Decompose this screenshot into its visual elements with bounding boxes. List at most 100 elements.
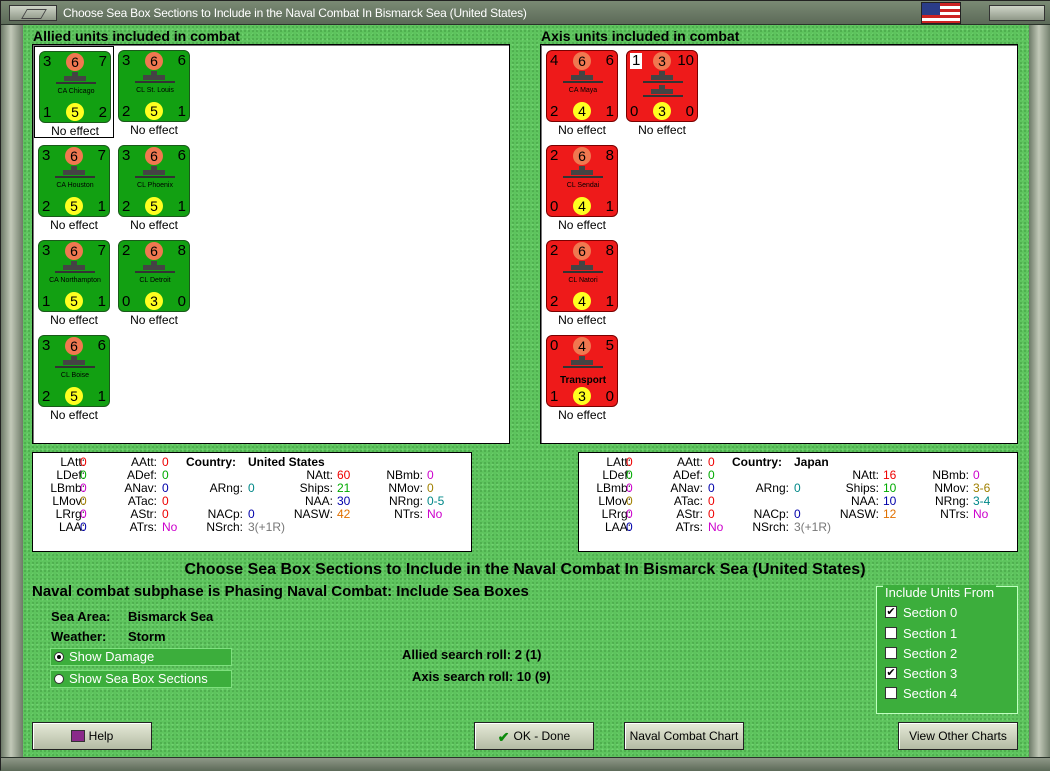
range-value: 6 (97, 337, 106, 354)
move-value: 0 (685, 103, 694, 120)
stat-label: NTrs: (940, 507, 969, 521)
checkbox-checked-icon[interactable]: ✔ (885, 606, 897, 618)
attack-value: 3 (653, 52, 671, 70)
unit-card: 3 6 6 CL Phoenix 2 5 1 (118, 145, 190, 217)
sea-area-value: Bismarck Sea (128, 609, 214, 624)
view-other-charts-button[interactable]: View Other Charts (898, 722, 1018, 750)
stat-value: No (162, 520, 178, 534)
show-damage-option[interactable]: Show Damage (50, 648, 232, 666)
defense-value: 5 (65, 292, 83, 310)
aa-value: 1 (43, 104, 52, 121)
unit-counter[interactable]: 3 6 6 CL Phoenix 2 5 1 No effect (114, 141, 194, 233)
weather-value: Storm (128, 629, 166, 644)
unit-counter[interactable]: 3 6 6 CL St. Louis 2 5 1 No effect (114, 46, 194, 138)
stat-value: No (973, 507, 989, 521)
checkbox-checked-icon[interactable]: ✔ (885, 667, 897, 679)
stat-value: No (708, 520, 724, 534)
unit-counter[interactable]: 1 3 10 0 3 0 No effect (622, 46, 702, 138)
unit-counter[interactable]: 3 6 6 CL Boise 2 5 1 No effect (34, 331, 114, 423)
show-sections-option[interactable]: Show Sea Box Sections (50, 670, 232, 688)
checkmark-icon: ✔ (497, 729, 510, 745)
aa-value: 2 (550, 293, 559, 310)
move-value: 1 (97, 198, 106, 215)
attack-value: 6 (145, 52, 163, 70)
country-name: Japan (794, 455, 829, 469)
unit-card: 2 6 8 CL Sendai 0 4 1 (546, 145, 618, 217)
unit-name: CA Northampton (49, 277, 101, 284)
unit-counter[interactable]: 2 6 8 CL Sendai 0 4 1 No effect (542, 141, 622, 233)
stat-value: No (427, 507, 443, 521)
left-pillar (1, 25, 23, 765)
checkbox-icon[interactable] (885, 687, 897, 699)
checkbox-icon[interactable] (885, 647, 897, 659)
range-value: 7 (98, 53, 107, 70)
us-flag-icon (921, 2, 961, 24)
checkbox-icon[interactable] (885, 627, 897, 639)
section-0-checkbox[interactable]: ✔ Section 0 (885, 605, 957, 623)
system-menu-button[interactable] (9, 5, 57, 21)
section-2-checkbox[interactable]: Section 2 (885, 646, 957, 664)
range-value: 6 (605, 52, 614, 69)
stat-value: 0 (248, 481, 255, 495)
unit-effect: No effect (50, 313, 98, 327)
include-units-group: Include Units From ✔ Section 0 Section 1 … (876, 585, 1018, 714)
defense-value: 5 (145, 197, 163, 215)
section-4-checkbox[interactable]: Section 4 (885, 686, 957, 704)
show-damage-label: Show Damage (69, 649, 155, 664)
naval-combat-chart-button[interactable]: Naval Combat Chart (624, 722, 744, 750)
unit-effect: No effect (51, 124, 99, 138)
stat-value: 0 (626, 520, 633, 534)
unit-card: 2 6 8 CL Natori 2 4 1 (546, 240, 618, 312)
help-label: Help (88, 729, 114, 743)
ok-label: OK - Done (513, 729, 571, 743)
unit-counter[interactable]: 2 6 8 CL Detroit 0 3 0 No effect (114, 236, 194, 328)
unit-counter[interactable]: 3 6 7 CA Houston 2 5 1 No effect (34, 141, 114, 233)
unit-card: 3 6 7 CA Houston 2 5 1 (38, 145, 110, 217)
range-value: 6 (177, 147, 186, 164)
stat-label: LAA: (58, 520, 85, 534)
allied-heading: Allied units included in combat (33, 28, 240, 44)
section-1-checkbox[interactable]: Section 1 (885, 626, 957, 644)
unit-card: 1 3 10 0 3 0 (626, 50, 698, 122)
stat-label: NSrch: (206, 520, 243, 534)
unit-effect: No effect (638, 123, 686, 137)
section-3-checkbox[interactable]: ✔ Section 3 (885, 666, 957, 684)
stat-label: NTrs: (394, 507, 423, 521)
unit-counter[interactable]: 0 4 5 Transport 1 3 0 No effect (542, 331, 622, 423)
unit-card: 3 6 6 CL Boise 2 5 1 (38, 335, 110, 407)
dialog-heading: Choose Sea Box Sections to Include in th… (184, 561, 866, 578)
allied-units-panel: 3 6 7 CA Chicago 1 5 2 No effect 3 6 6 C… (32, 44, 510, 444)
stat-label: ARng: (209, 481, 243, 495)
unit-card: 4 6 6 CA Maya 2 4 1 (546, 50, 618, 122)
stat-label: ARng: (755, 481, 789, 495)
land-attack: 3 (43, 53, 52, 70)
ok-done-button[interactable]: ✔ OK - Done (474, 722, 594, 750)
land-attack: 3 (42, 337, 51, 354)
ship-icon (135, 71, 175, 83)
defense-value: 3 (653, 102, 671, 120)
move-value: 1 (97, 388, 106, 405)
range-value: 7 (97, 147, 106, 164)
attack-value: 6 (573, 242, 591, 260)
window-controls[interactable] (989, 5, 1045, 21)
ship-icon (135, 261, 175, 273)
unit-counter[interactable]: 3 6 7 CA Northampton 1 5 1 No effect (34, 236, 114, 328)
unit-counter[interactable]: 3 6 7 CA Chicago 1 5 2 No effect (34, 46, 114, 138)
help-button[interactable]: Help (32, 722, 152, 750)
move-value: 1 (605, 103, 614, 120)
range-value: 5 (605, 337, 614, 354)
range-value: 6 (177, 52, 186, 69)
include-units-title: Include Units From (883, 585, 997, 600)
unit-name: CL Phoenix (137, 182, 173, 189)
weather-label: Weather: (51, 629, 107, 644)
stat-label: ATrs: (675, 520, 703, 534)
aa-value: 2 (42, 388, 51, 405)
unit-name: CA Maya (568, 87, 598, 94)
radio-icon[interactable] (54, 674, 64, 684)
attack-value: 6 (65, 242, 83, 260)
unit-counter[interactable]: 4 6 6 CA Maya 2 4 1 No effect (542, 46, 622, 138)
radio-selected-icon[interactable] (54, 652, 64, 662)
country-label: Country: (732, 455, 782, 469)
country-label: Country: (186, 455, 236, 469)
unit-counter[interactable]: 2 6 8 CL Natori 2 4 1 No effect (542, 236, 622, 328)
